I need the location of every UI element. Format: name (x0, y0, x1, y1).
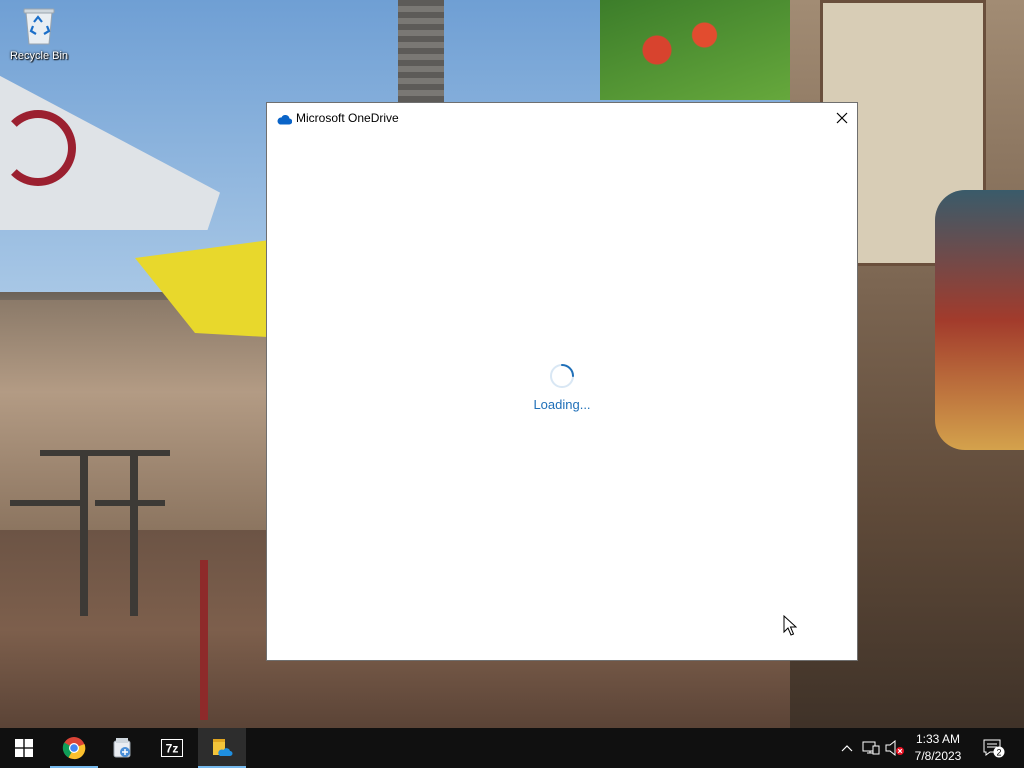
notification-icon: 2 (983, 739, 1005, 758)
show-hidden-icons-chevron-icon (841, 745, 853, 752)
close-button[interactable] (827, 103, 857, 133)
window-title: Microsoft OneDrive (296, 111, 399, 125)
desktop-icon-recycle-bin[interactable]: Recycle Bin (4, 6, 74, 62)
svg-text:2: 2 (996, 748, 1001, 758)
taskbar-chrome-button[interactable] (50, 728, 98, 768)
taskbar-onedrive-explorer-button[interactable] (198, 728, 246, 768)
taskbar-control-panel-button[interactable] (98, 728, 146, 768)
windows-start-icon (15, 739, 33, 757)
svg-text:7z: 7z (166, 742, 179, 756)
clock-date: 7/8/2023 (914, 749, 962, 763)
control-panel-icon (113, 738, 131, 758)
window-titlebar[interactable]: Microsoft OneDrive (267, 103, 857, 133)
start-button[interactable] (0, 728, 48, 768)
loading-spinner-icon (549, 363, 575, 389)
mouse-cursor-icon (783, 614, 798, 642)
chrome-icon (62, 737, 86, 760)
show-hidden-icons-button[interactable] (837, 738, 857, 758)
onedrive-cloud-icon (276, 112, 293, 130)
volume-button[interactable] (885, 738, 905, 758)
clock-time: 1:33 AM (915, 732, 961, 746)
recycle-bin-icon (22, 6, 56, 46)
network-status-button[interactable] (861, 738, 881, 758)
7zip-icon: 7z (161, 739, 183, 757)
close-icon (836, 112, 848, 124)
onedrive-window: Microsoft OneDrive Loading... (266, 102, 858, 661)
network-icon (862, 741, 880, 755)
volume-muted-icon (885, 740, 904, 756)
file-explorer-onedrive-icon (213, 739, 233, 756)
system-clock[interactable]: 1:33 AM 7/8/2023 (908, 731, 968, 765)
loading-status-text: Loading... (533, 397, 591, 412)
taskbar: 7z 1:33 AM 7/8/2023 2 (0, 728, 1024, 768)
taskbar-7zip-button[interactable]: 7z (148, 728, 196, 768)
action-center-button[interactable]: 2 (982, 738, 1006, 758)
recycle-bin-label: Recycle Bin (9, 50, 69, 62)
